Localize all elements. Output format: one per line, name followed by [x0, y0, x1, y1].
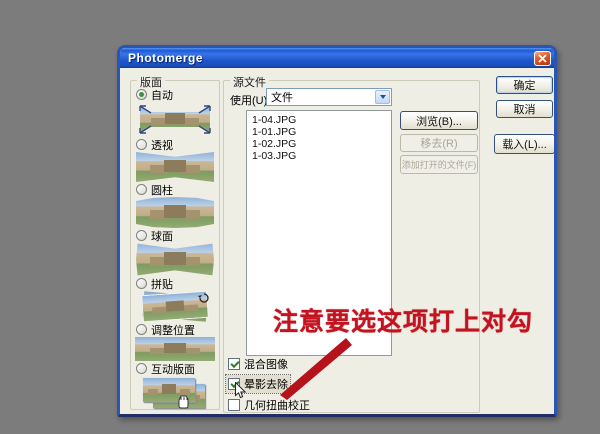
radio-spherical-label: 球面: [151, 228, 173, 244]
radio-collage[interactable]: [136, 278, 147, 289]
mouse-pointer-icon: [234, 382, 247, 399]
ok-button[interactable]: 确定: [496, 76, 553, 94]
layout-thumbnail-interactive[interactable]: [141, 376, 209, 411]
layout-panel-title: 版面: [137, 74, 165, 90]
radio-interactive[interactable]: [136, 363, 147, 374]
layout-thumbnail-auto[interactable]: [135, 102, 215, 137]
radio-cylindrical[interactable]: [136, 184, 147, 195]
radio-option-interactive[interactable]: 互动版面: [131, 362, 195, 375]
layout-thumbnail-perspective[interactable]: [136, 152, 214, 182]
panorama-preview-image: [136, 197, 214, 228]
radio-option-collage[interactable]: 拼贴: [131, 277, 173, 290]
radio-interactive-label: 互动版面: [151, 361, 195, 377]
cancel-button[interactable]: 取消: [496, 100, 553, 118]
annotation-text: 注意要选这项打上对勾: [273, 302, 533, 338]
radio-auto[interactable]: [136, 89, 147, 100]
radio-reposition[interactable]: [136, 324, 147, 335]
file-list-item[interactable]: 1-01.JPG: [252, 126, 391, 138]
use-label: 使用(U):: [230, 92, 270, 108]
use-dropdown[interactable]: 文件: [266, 88, 392, 106]
layout-panel: 版面 自动: [130, 80, 220, 410]
layout-thumbnail-spherical[interactable]: [136, 243, 214, 276]
layout-options-list: 自动: [131, 81, 219, 409]
radio-perspective-label: 透视: [151, 137, 173, 153]
radio-spherical[interactable]: [136, 230, 147, 241]
panorama-preview-image: [143, 378, 195, 402]
panorama-preview-image: [136, 152, 214, 182]
annotation-arrow-icon: [278, 336, 356, 400]
radio-cylindrical-label: 圆柱: [151, 182, 173, 198]
radio-option-perspective[interactable]: 透视: [131, 138, 173, 151]
close-button[interactable]: [534, 51, 551, 66]
radio-option-cylindrical[interactable]: 圆柱: [131, 183, 173, 196]
dialog-titlebar[interactable]: Photomerge: [120, 48, 554, 68]
close-icon: [538, 54, 547, 63]
panorama-preview-image: [140, 106, 210, 133]
add-open-files-button: 添加打开的文件(F): [400, 155, 478, 174]
desktop-background: Photomerge 版面 自动: [0, 0, 600, 434]
panorama-preview-image: [136, 243, 214, 276]
panorama-preview-image: [142, 292, 208, 321]
blend-images-checkbox[interactable]: [228, 358, 240, 370]
file-list-item[interactable]: 1-02.JPG: [252, 138, 391, 150]
remove-button: 移去(R): [400, 134, 478, 152]
browse-button[interactable]: 浏览(B)...: [400, 111, 478, 130]
radio-collage-label: 拼贴: [151, 276, 173, 292]
layout-thumbnail-cylindrical[interactable]: [136, 197, 214, 228]
load-button[interactable]: 载入(L)...: [494, 134, 555, 154]
photomerge-dialog: Photomerge 版面 自动: [117, 45, 557, 417]
layout-thumbnail-collage[interactable]: [138, 291, 212, 322]
dialog-title: Photomerge: [128, 51, 534, 65]
file-list-item[interactable]: 1-03.JPG: [252, 150, 391, 162]
dialog-client-area: 版面 自动: [120, 68, 554, 414]
geometric-distortion-checkbox[interactable]: [228, 399, 240, 411]
layout-thumbnail-reposition[interactable]: [135, 337, 215, 361]
dropdown-arrow-button[interactable]: [375, 90, 390, 104]
radio-option-spherical[interactable]: 球面: [131, 229, 173, 242]
radio-perspective[interactable]: [136, 139, 147, 150]
use-dropdown-value: 文件: [271, 89, 293, 105]
chevron-down-icon: [380, 95, 386, 99]
file-list-item[interactable]: 1-04.JPG: [252, 114, 391, 126]
radio-option-reposition[interactable]: 调整位置: [131, 323, 195, 336]
source-files-title: 源文件: [230, 74, 269, 90]
radio-reposition-label: 调整位置: [151, 322, 195, 338]
panorama-preview-image: [135, 337, 215, 361]
